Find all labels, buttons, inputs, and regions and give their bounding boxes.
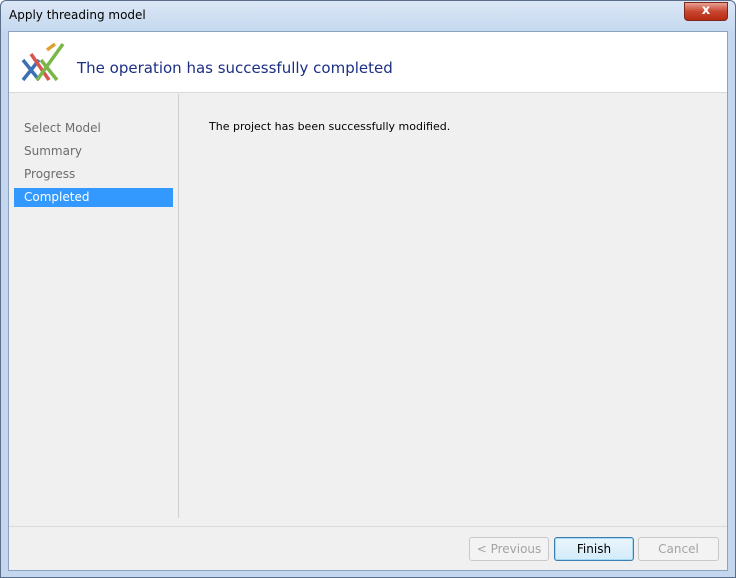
wizard-header: The operation has successfully completed <box>9 32 727 93</box>
window-title: Apply threading model <box>9 8 146 22</box>
dialog-client-area: The operation has successfully completed… <box>8 31 728 571</box>
nav-item-completed[interactable]: Completed <box>14 188 173 207</box>
wizard-content: The project has been successfully modifi… <box>180 94 727 518</box>
nav-item-summary[interactable]: Summary <box>14 142 173 161</box>
nav-item-progress[interactable]: Progress <box>14 165 173 184</box>
nav-item-select-model[interactable]: Select Model <box>14 119 173 138</box>
wizard-logo-icon <box>21 42 65 82</box>
finish-button[interactable]: Finish <box>554 537 634 561</box>
close-button[interactable]: x <box>684 2 728 21</box>
title-bar[interactable]: Apply threading model x <box>1 1 735 31</box>
footer-divider <box>9 526 727 527</box>
status-message: The project has been successfully modifi… <box>209 120 451 133</box>
wizard-steps-nav: Select Model Summary Progress Completed <box>9 94 179 518</box>
page-title: The operation has successfully completed <box>77 59 393 77</box>
dialog-window: Apply threading model x The operation ha… <box>0 0 736 578</box>
previous-button[interactable]: < Previous <box>469 537 549 561</box>
cancel-button[interactable]: Cancel <box>638 537 719 561</box>
